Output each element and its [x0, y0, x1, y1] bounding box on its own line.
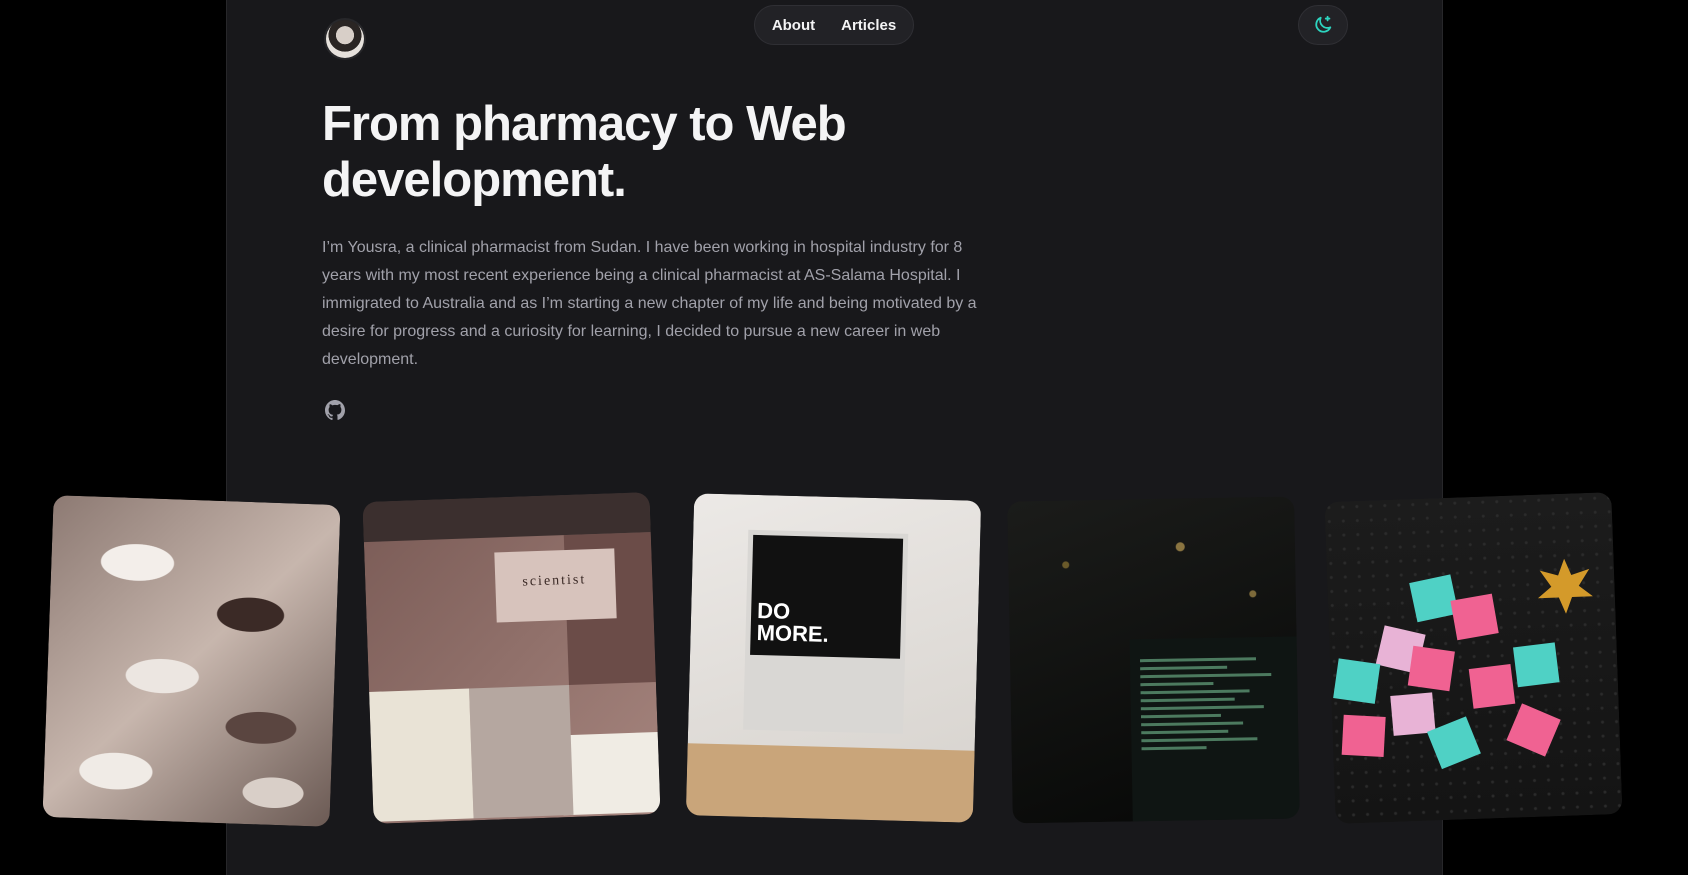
sticky-note: [1407, 645, 1455, 692]
collage-label: scientist: [522, 572, 587, 590]
page-title: From pharmacy to Web development.: [322, 97, 847, 207]
bio-text: I’m Yousra, a clinical pharmacist from S…: [322, 239, 977, 368]
sticky-note: [1426, 716, 1481, 770]
nav-articles-link[interactable]: Articles: [841, 17, 896, 34]
sticky-note: [1450, 593, 1499, 641]
moon-icon: [1315, 15, 1332, 33]
photo-lab-collage: scientist: [362, 492, 661, 824]
sticky-note: [1468, 663, 1516, 709]
sticky-note: [1390, 692, 1436, 736]
photo-pills: [42, 495, 341, 827]
avatar[interactable]: [326, 20, 364, 58]
photo-sticky-notes: [1324, 492, 1623, 824]
photo-laptop-code: [1007, 496, 1300, 824]
code-lines: [1139, 652, 1287, 756]
main-nav: About Articles: [754, 5, 914, 45]
github-icon[interactable]: [323, 398, 347, 422]
sticky-note: [1409, 574, 1459, 623]
screen-text: DO MORE.: [756, 598, 830, 647]
nav-about-link[interactable]: About: [772, 17, 815, 34]
sticky-note: [1506, 703, 1561, 757]
theme-toggle-button[interactable]: [1298, 5, 1348, 45]
sticky-note: [1333, 658, 1381, 704]
leaf-icon: [1537, 558, 1594, 615]
sticky-note: [1512, 642, 1560, 688]
photo-desk-computer: DO MORE.: [685, 493, 982, 823]
screen-text-line2: MORE.: [756, 619, 830, 647]
sticky-note: [1341, 714, 1386, 757]
